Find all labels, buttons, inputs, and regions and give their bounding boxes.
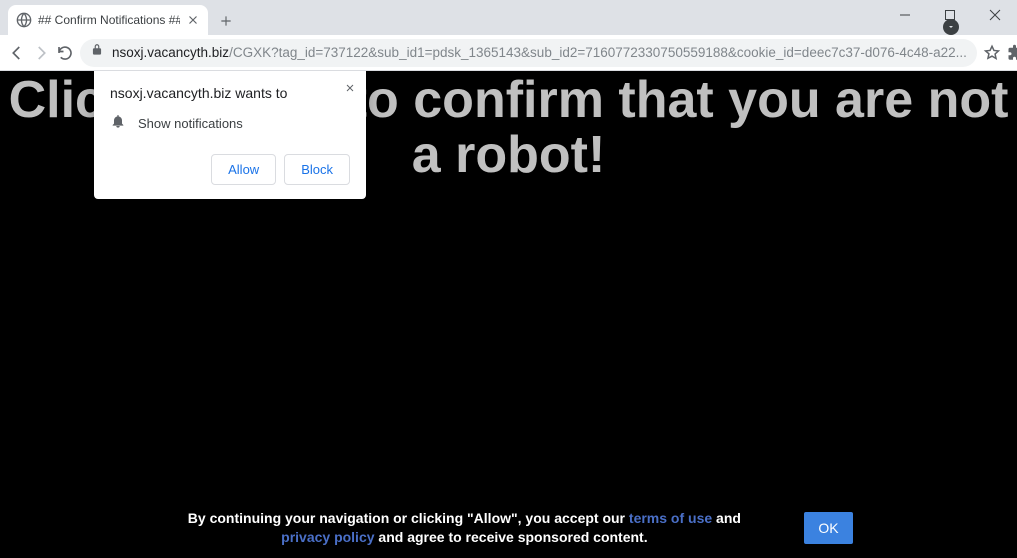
minimize-button[interactable] (882, 0, 927, 30)
close-window-button[interactable] (972, 0, 1017, 30)
reload-button[interactable] (56, 39, 74, 67)
block-button[interactable]: Block (284, 154, 350, 185)
star-icon[interactable] (983, 39, 1001, 67)
tab-title: ## Confirm Notifications ## (38, 13, 180, 27)
lock-icon (90, 43, 104, 62)
new-tab-button[interactable] (212, 7, 240, 35)
privacy-link[interactable]: privacy policy (281, 529, 374, 545)
consent-post: and agree to receive sponsored content. (375, 529, 648, 545)
bell-icon (110, 113, 126, 134)
browser-toolbar: nsoxj.vacancyth.biz/CGXK?tag_id=737122&s… (0, 35, 1017, 71)
forward-button[interactable] (32, 39, 50, 67)
maximize-button[interactable] (927, 0, 972, 30)
notification-permission-prompt: nsoxj.vacancyth.biz wants to Show notifi… (94, 71, 366, 199)
url-text: nsoxj.vacancyth.biz/CGXK?tag_id=737122&s… (112, 45, 967, 60)
browser-tab[interactable]: ## Confirm Notifications ## (8, 5, 208, 35)
consent-text: By continuing your navigation or clickin… (164, 509, 764, 548)
close-icon[interactable] (344, 81, 356, 93)
terms-link[interactable]: terms of use (629, 510, 712, 526)
browser-tab-strip: ## Confirm Notifications ## (0, 0, 1017, 35)
ok-button[interactable]: OK (804, 512, 852, 544)
close-icon[interactable] (186, 13, 200, 27)
extensions-icon[interactable] (1007, 39, 1017, 67)
consent-bar: By continuing your navigation or clickin… (0, 509, 1017, 548)
allow-button[interactable]: Allow (211, 154, 276, 185)
consent-and: and (712, 510, 741, 526)
url-path: /CGXK?tag_id=737122&sub_id1=pdsk_1365143… (229, 45, 967, 60)
window-controls (882, 0, 1017, 30)
consent-pre: By continuing your navigation or clickin… (188, 510, 629, 526)
prompt-title: nsoxj.vacancyth.biz wants to (110, 85, 350, 101)
globe-icon (16, 12, 32, 28)
back-button[interactable] (8, 39, 26, 67)
address-bar[interactable]: nsoxj.vacancyth.biz/CGXK?tag_id=737122&s… (80, 39, 977, 67)
prompt-message: Show notifications (138, 116, 243, 131)
url-domain: nsoxj.vacancyth.biz (112, 45, 229, 60)
page-content: Click "Allow" to confirm that you are no… (0, 71, 1017, 558)
